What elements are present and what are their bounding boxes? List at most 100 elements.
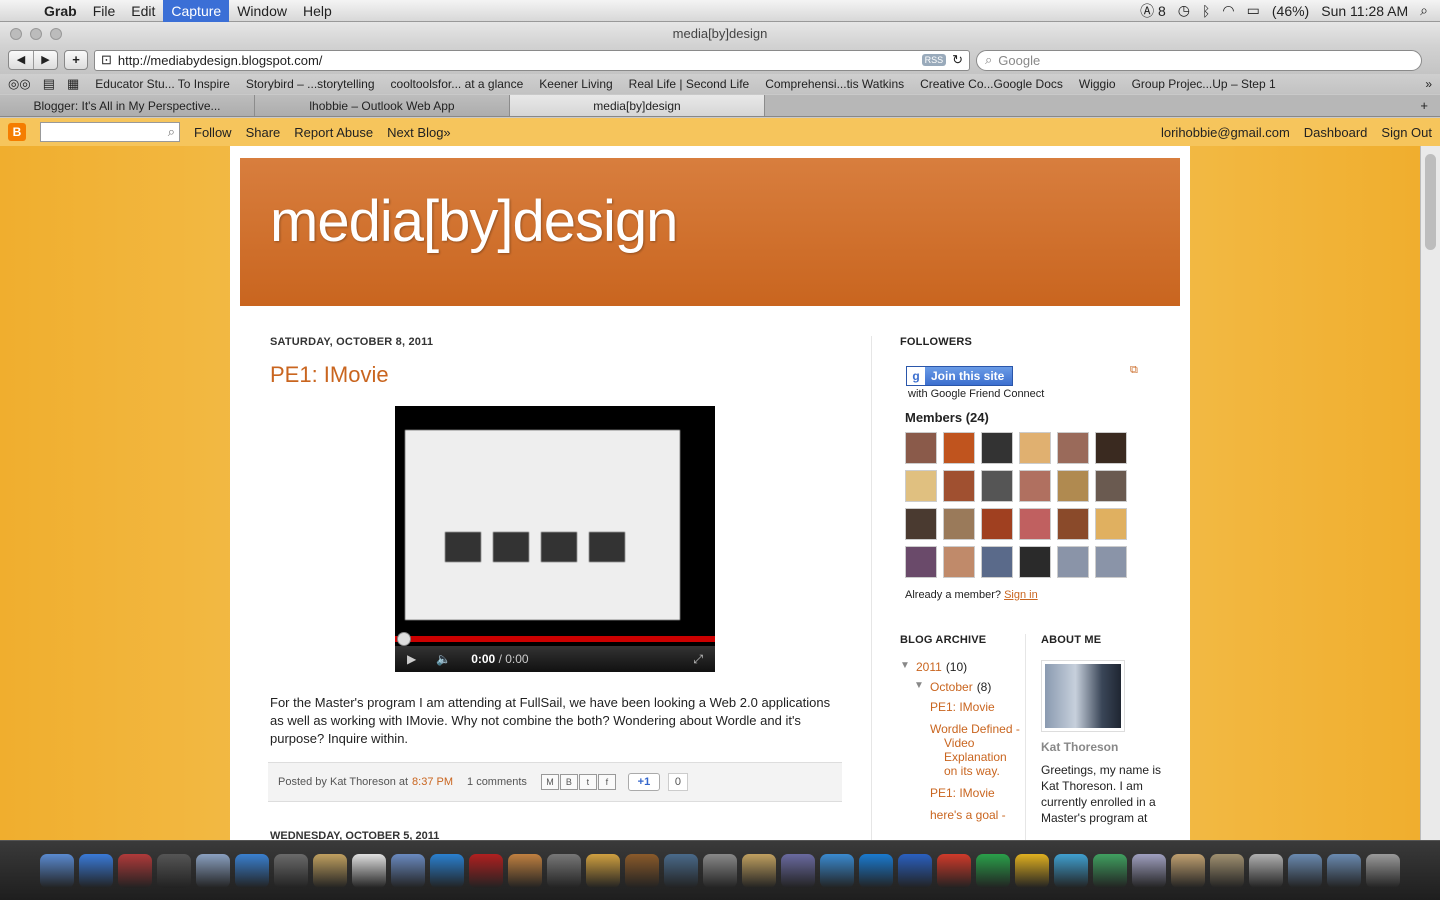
member-avatar[interactable] [943, 432, 975, 464]
tab-blogger[interactable]: Blogger: It's All in My Perspective... [0, 95, 255, 116]
dock-app-icon[interactable] [157, 853, 191, 888]
post-title[interactable]: PE1: IMovie [270, 362, 842, 388]
time-machine-icon[interactable]: ◷ [1178, 2, 1190, 19]
spotlight-icon[interactable]: ⌕ [1420, 2, 1428, 19]
back-button[interactable]: ◀ [9, 51, 33, 69]
archive-post-link[interactable]: PE1: IMovie [930, 700, 1020, 714]
plus-one-button[interactable]: +1 [627, 773, 660, 791]
menu-capture[interactable]: Capture [163, 0, 230, 22]
twitter-share-icon[interactable]: t [578, 774, 597, 790]
archive-year-link[interactable]: 2011 [916, 660, 942, 674]
join-site-button[interactable]: g Join this site [906, 366, 1014, 386]
bookmark-item[interactable]: Educator Stu... To Inspire [95, 77, 230, 91]
top-sites-grid-icon[interactable]: ▦ [67, 76, 79, 92]
member-avatar[interactable] [1057, 508, 1089, 540]
member-avatar[interactable] [943, 546, 975, 578]
dock-app-icon[interactable] [196, 853, 230, 888]
dock-app-icon[interactable] [898, 853, 932, 888]
dock-app-icon[interactable] [859, 853, 893, 888]
dock-app-icon[interactable] [1210, 853, 1244, 888]
dock-app-icon[interactable] [742, 853, 776, 888]
dock-app-icon[interactable] [313, 853, 347, 888]
dock-app-icon[interactable] [1327, 853, 1361, 888]
blog-title[interactable]: media[by]design [270, 188, 678, 255]
dock-app-icon[interactable] [274, 853, 308, 888]
zoom-window-button[interactable] [50, 28, 62, 40]
member-avatar[interactable] [981, 508, 1013, 540]
menu-edit[interactable]: Edit [123, 0, 163, 22]
play-icon[interactable]: ▶ [407, 652, 416, 666]
member-avatar[interactable] [1057, 546, 1089, 578]
bookmark-item[interactable]: Creative Co...Google Docs [920, 77, 1063, 91]
follow-link[interactable]: Follow [194, 125, 232, 140]
member-avatar[interactable] [981, 546, 1013, 578]
minimize-window-button[interactable] [30, 28, 42, 40]
vertical-scrollbar[interactable] [1420, 146, 1440, 840]
member-avatar[interactable] [1019, 546, 1051, 578]
sign-out-link[interactable]: Sign Out [1381, 125, 1432, 140]
adobe-status-icon[interactable]: Ⓐ 8 [1140, 1, 1166, 21]
email-share-icon[interactable]: M [540, 774, 559, 790]
more-bookmarks-icon[interactable]: » [1425, 77, 1432, 91]
dock-app-icon[interactable] [625, 853, 659, 888]
dock-app-icon[interactable] [547, 853, 581, 888]
archive-post-link[interactable]: here's a goal - [930, 808, 1020, 822]
profile-name[interactable]: Kat Thoreson [1041, 740, 1166, 754]
dock-app-icon[interactable] [352, 853, 386, 888]
dock-app-icon[interactable] [40, 853, 74, 888]
search-icon[interactable]: ⌕ [168, 124, 175, 140]
sign-in-link[interactable]: Sign in [1004, 589, 1038, 601]
member-avatar[interactable] [1057, 432, 1089, 464]
bookmark-item[interactable]: Group Projec...Up – Step 1 [1132, 77, 1276, 91]
menu-app-grab[interactable]: Grab [36, 0, 85, 22]
scrollbar-thumb[interactable] [1425, 154, 1436, 250]
fullscreen-icon[interactable]: ⤢ [693, 652, 703, 667]
dock-app-icon[interactable] [586, 853, 620, 888]
member-avatar[interactable] [1095, 470, 1127, 502]
dock-app-icon[interactable] [469, 853, 503, 888]
member-avatar[interactable] [981, 470, 1013, 502]
reading-list-icon[interactable]: ◎◎ [8, 76, 31, 92]
member-avatar[interactable] [1095, 508, 1127, 540]
close-window-button[interactable] [10, 28, 22, 40]
comments-link[interactable]: 1 comments [467, 776, 527, 788]
search-field[interactable]: ⌕ Google [976, 49, 1422, 71]
dock-app-icon[interactable] [235, 853, 269, 888]
video-scrub-handle[interactable] [397, 632, 411, 646]
menu-help[interactable]: Help [295, 0, 340, 22]
dock-app-icon[interactable] [1093, 853, 1127, 888]
menubar-clock[interactable]: Sun 11:28 AM [1321, 3, 1408, 19]
member-avatar[interactable] [943, 470, 975, 502]
bookmark-item[interactable]: cooltoolsfor... at a glance [391, 77, 524, 91]
dashboard-link[interactable]: Dashboard [1304, 125, 1368, 140]
member-avatar[interactable] [1095, 432, 1127, 464]
volume-icon[interactable]: 🔈 [436, 652, 451, 666]
member-avatar[interactable] [905, 546, 937, 578]
dock-app-icon[interactable] [1171, 853, 1205, 888]
member-avatar[interactable] [943, 508, 975, 540]
dock-app-icon[interactable] [79, 853, 113, 888]
bookmark-item[interactable]: Wiggio [1079, 77, 1116, 91]
dock-app-icon[interactable] [430, 853, 464, 888]
popout-icon[interactable]: ⧉ [1130, 364, 1138, 377]
dock-app-icon[interactable] [1249, 853, 1283, 888]
tab-mediabydesign[interactable]: media[by]design [510, 95, 765, 116]
reload-icon[interactable]: ↻ [952, 52, 963, 68]
member-avatar[interactable] [905, 432, 937, 464]
battery-icon[interactable]: ▭ [1247, 2, 1260, 19]
dock-app-icon[interactable] [1015, 853, 1049, 888]
facebook-share-icon[interactable]: f [597, 774, 616, 790]
menu-file[interactable]: File [85, 0, 124, 22]
archive-post-link[interactable]: PE1: IMovie [930, 786, 1020, 800]
dock-app-icon[interactable] [781, 853, 815, 888]
share-link[interactable]: Share [246, 125, 281, 140]
profile-photo[interactable] [1041, 660, 1125, 732]
member-avatar[interactable] [905, 470, 937, 502]
archive-post-link[interactable]: Wordle Defined - Video Explanation on it… [930, 722, 1020, 778]
dock-app-icon[interactable] [508, 853, 542, 888]
blog-search-input[interactable]: ⌕ [40, 122, 180, 142]
forward-button[interactable]: ▶ [33, 51, 57, 69]
next-blog-link[interactable]: Next Blog» [387, 125, 451, 140]
add-bookmark-button[interactable]: + [64, 50, 88, 70]
bookmark-item[interactable]: Storybird – ...storytelling [246, 77, 375, 91]
